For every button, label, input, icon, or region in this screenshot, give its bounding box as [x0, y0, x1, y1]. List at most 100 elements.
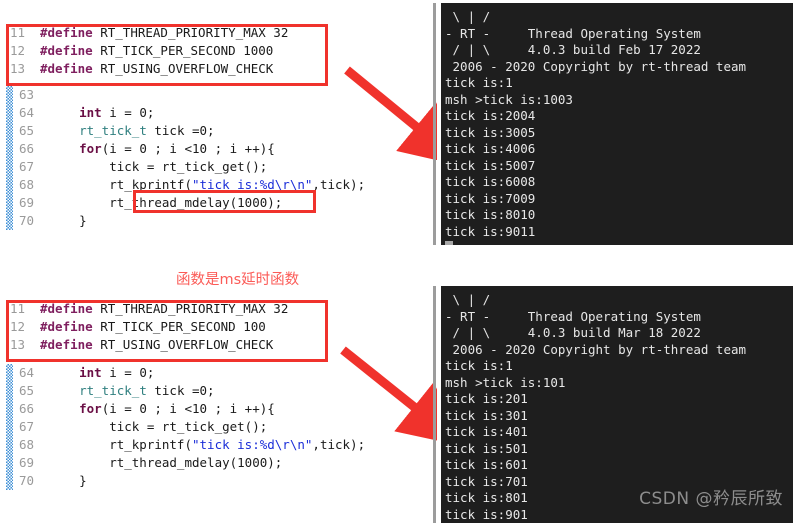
- changed-line-marker: [6, 400, 13, 418]
- code-line: 66 for(i = 0 ; i <10 ; i ++){: [6, 400, 426, 418]
- terminal-top-rail: [433, 3, 436, 245]
- rtconfig-top-code: 11 #define RT_THREAD_PRIORITY_MAX 32 12 #de…: [6, 24, 328, 86]
- code-line: 64 int i = 0;: [6, 104, 426, 122]
- code-line: 69 rt_thread_mdelay(1000);: [6, 454, 426, 472]
- code-line: 65 rt_tick_t tick =0;: [6, 382, 426, 400]
- code-line-text: rt_tick_t tick =0;: [79, 123, 215, 138]
- code-line: 13 #define RT_USING_OVERFLOW_CHECK: [6, 60, 328, 78]
- line-number: 63: [19, 87, 35, 102]
- line-number: 11: [10, 25, 26, 40]
- terminal-bottom-rail: [433, 286, 436, 523]
- code-line: 12 #define RT_TICK_PER_SECOND 100: [6, 318, 328, 336]
- line-number: 67: [19, 159, 35, 174]
- code-line-text: #define RT_THREAD_PRIORITY_MAX 32: [40, 301, 289, 316]
- code-line: 67 tick = rt_tick_get();: [6, 158, 426, 176]
- line-number: 64: [19, 365, 35, 380]
- terminal-output-line: tick is:201: [445, 391, 528, 406]
- main-c-bottom-code: 64 int i = 0; 65 rt_tick_t tick =0; 66 for…: [6, 364, 426, 510]
- terminal-output-line: tick is:4006: [445, 141, 536, 156]
- code-line-text: #define RT_USING_OVERFLOW_CHECK: [40, 337, 274, 352]
- terminal-cursor: [445, 240, 793, 245]
- changed-line-marker: [6, 86, 13, 104]
- code-line-text: rt_kprintf("tick is:%d\r\n",tick);: [49, 177, 366, 192]
- code-line: 69 rt_thread_mdelay(1000);: [6, 194, 426, 212]
- code-line: 70 }: [6, 472, 426, 490]
- terminal-banner-line: 2006 - 2020 Copyright by rt-thread team: [445, 58, 747, 74]
- code-line-text: rt_thread_mdelay(1000);: [49, 455, 283, 470]
- line-number: 13: [10, 337, 26, 352]
- code-line-text: }: [49, 213, 87, 228]
- terminal-banner-line: - RT - Thread Operating System: [445, 25, 701, 41]
- code-line-text: tick = rt_tick_get();: [49, 419, 268, 434]
- changed-line-marker: [6, 158, 13, 176]
- code-line-text: }: [49, 473, 87, 488]
- changed-line-marker: [6, 382, 13, 400]
- line-number: 12: [10, 319, 26, 334]
- terminal-top[interactable]: \ | / - RT - Thread Operating System / | …: [433, 3, 793, 245]
- code-line-text: rt_thread_mdelay(1000);: [49, 195, 283, 210]
- terminal-output-line: tick is:301: [445, 407, 528, 423]
- changed-line-marker: [6, 472, 13, 490]
- annotation-line-1: 函数是ms延时函数: [176, 272, 300, 288]
- changed-line-marker: [6, 436, 13, 454]
- terminal-banner-line: \ | /: [445, 9, 491, 24]
- changed-line-marker: [6, 140, 13, 158]
- terminal-output-line: tick is:401: [445, 424, 528, 439]
- code-line-text: #define RT_TICK_PER_SECOND 100: [40, 319, 266, 334]
- line-number: 66: [19, 401, 35, 416]
- changed-line-marker: [6, 212, 13, 230]
- code-line-text: #define RT_USING_OVERFLOW_CHECK: [40, 61, 274, 76]
- line-number: 66: [19, 141, 35, 156]
- terminal-output-line: tick is:5007: [445, 157, 536, 173]
- changed-line-marker: [6, 104, 13, 122]
- line-number: 68: [19, 437, 35, 452]
- terminal-output-line: tick is:501: [445, 440, 528, 456]
- changed-line-marker: [6, 418, 13, 436]
- terminal-top-output[interactable]: \ | / - RT - Thread Operating System / | …: [441, 3, 793, 245]
- code-line: 68 rt_kprintf("tick is:%d\r\n",tick);: [6, 436, 426, 454]
- code-line-text: #define RT_TICK_PER_SECOND 1000: [40, 43, 274, 58]
- line-number: 12: [10, 43, 26, 58]
- line-number: 69: [19, 455, 35, 470]
- code-line: 66 for(i = 0 ; i <10 ; i ++){: [6, 140, 426, 158]
- terminal-output-line: tick is:3005: [445, 124, 536, 140]
- changed-line-marker: [6, 122, 13, 140]
- code-line: 11 #define RT_THREAD_PRIORITY_MAX 32: [6, 24, 328, 42]
- code-line: 11 #define RT_THREAD_PRIORITY_MAX 32: [6, 300, 328, 318]
- changed-line-marker: [6, 194, 13, 212]
- code-line-text: rt_kprintf("tick is:%d\r\n",tick);: [49, 437, 366, 452]
- terminal-banner-line: 2006 - 2020 Copyright by rt-thread team: [445, 341, 747, 357]
- code-line: 63: [6, 86, 426, 104]
- code-line: 67 tick = rt_tick_get();: [6, 418, 426, 436]
- line-number: 65: [19, 383, 35, 398]
- code-line: 68 rt_kprintf("tick is:%d\r\n",tick);: [6, 176, 426, 194]
- terminal-output-line: tick is:1: [445, 358, 513, 373]
- terminal-output-line: tick is:1: [445, 75, 513, 90]
- code-line: 12 #define RT_TICK_PER_SECOND 1000: [6, 42, 328, 60]
- code-line: 65 rt_tick_t tick =0;: [6, 122, 426, 140]
- terminal-banner-line: / | \ 4.0.3 build Feb 17 2022: [445, 42, 701, 57]
- rtconfig-bottom-code: 11 #define RT_THREAD_PRIORITY_MAX 32 12 #de…: [6, 300, 328, 362]
- terminal-banner-line: - RT - Thread Operating System: [445, 308, 701, 324]
- code-line-text: rt_tick_t tick =0;: [79, 383, 215, 398]
- terminal-output-line: msh >tick is:1003: [445, 91, 573, 107]
- line-number: 13: [10, 61, 26, 76]
- terminal-output-line: tick is:6008: [445, 174, 536, 189]
- line-number: 67: [19, 419, 35, 434]
- changed-line-marker: [6, 454, 13, 472]
- terminal-output-line: tick is:7009: [445, 190, 536, 206]
- main-c-top-code: 63 64 int i = 0; 65 rt_tick_t tick =0; 66 f…: [6, 86, 426, 232]
- changed-line-marker: [6, 176, 13, 194]
- code-line: 13 #define RT_USING_OVERFLOW_CHECK: [6, 336, 328, 354]
- line-number: 70: [19, 473, 35, 488]
- terminal-output-line: tick is:601: [445, 457, 528, 472]
- line-number: 69: [19, 195, 35, 210]
- terminal-banner-line: \ | /: [445, 292, 491, 307]
- code-line-text: for(i = 0 ; i <10 ; i ++){: [79, 141, 275, 156]
- terminal-bottom[interactable]: \ | / - RT - Thread Operating System / | …: [433, 286, 793, 523]
- line-number: 70: [19, 213, 35, 228]
- line-number: 11: [10, 301, 26, 316]
- line-number: 65: [19, 123, 35, 138]
- csdn-watermark: CSDN @矜辰所致: [639, 489, 783, 509]
- terminal-output-line: msh >tick is:101: [445, 374, 566, 390]
